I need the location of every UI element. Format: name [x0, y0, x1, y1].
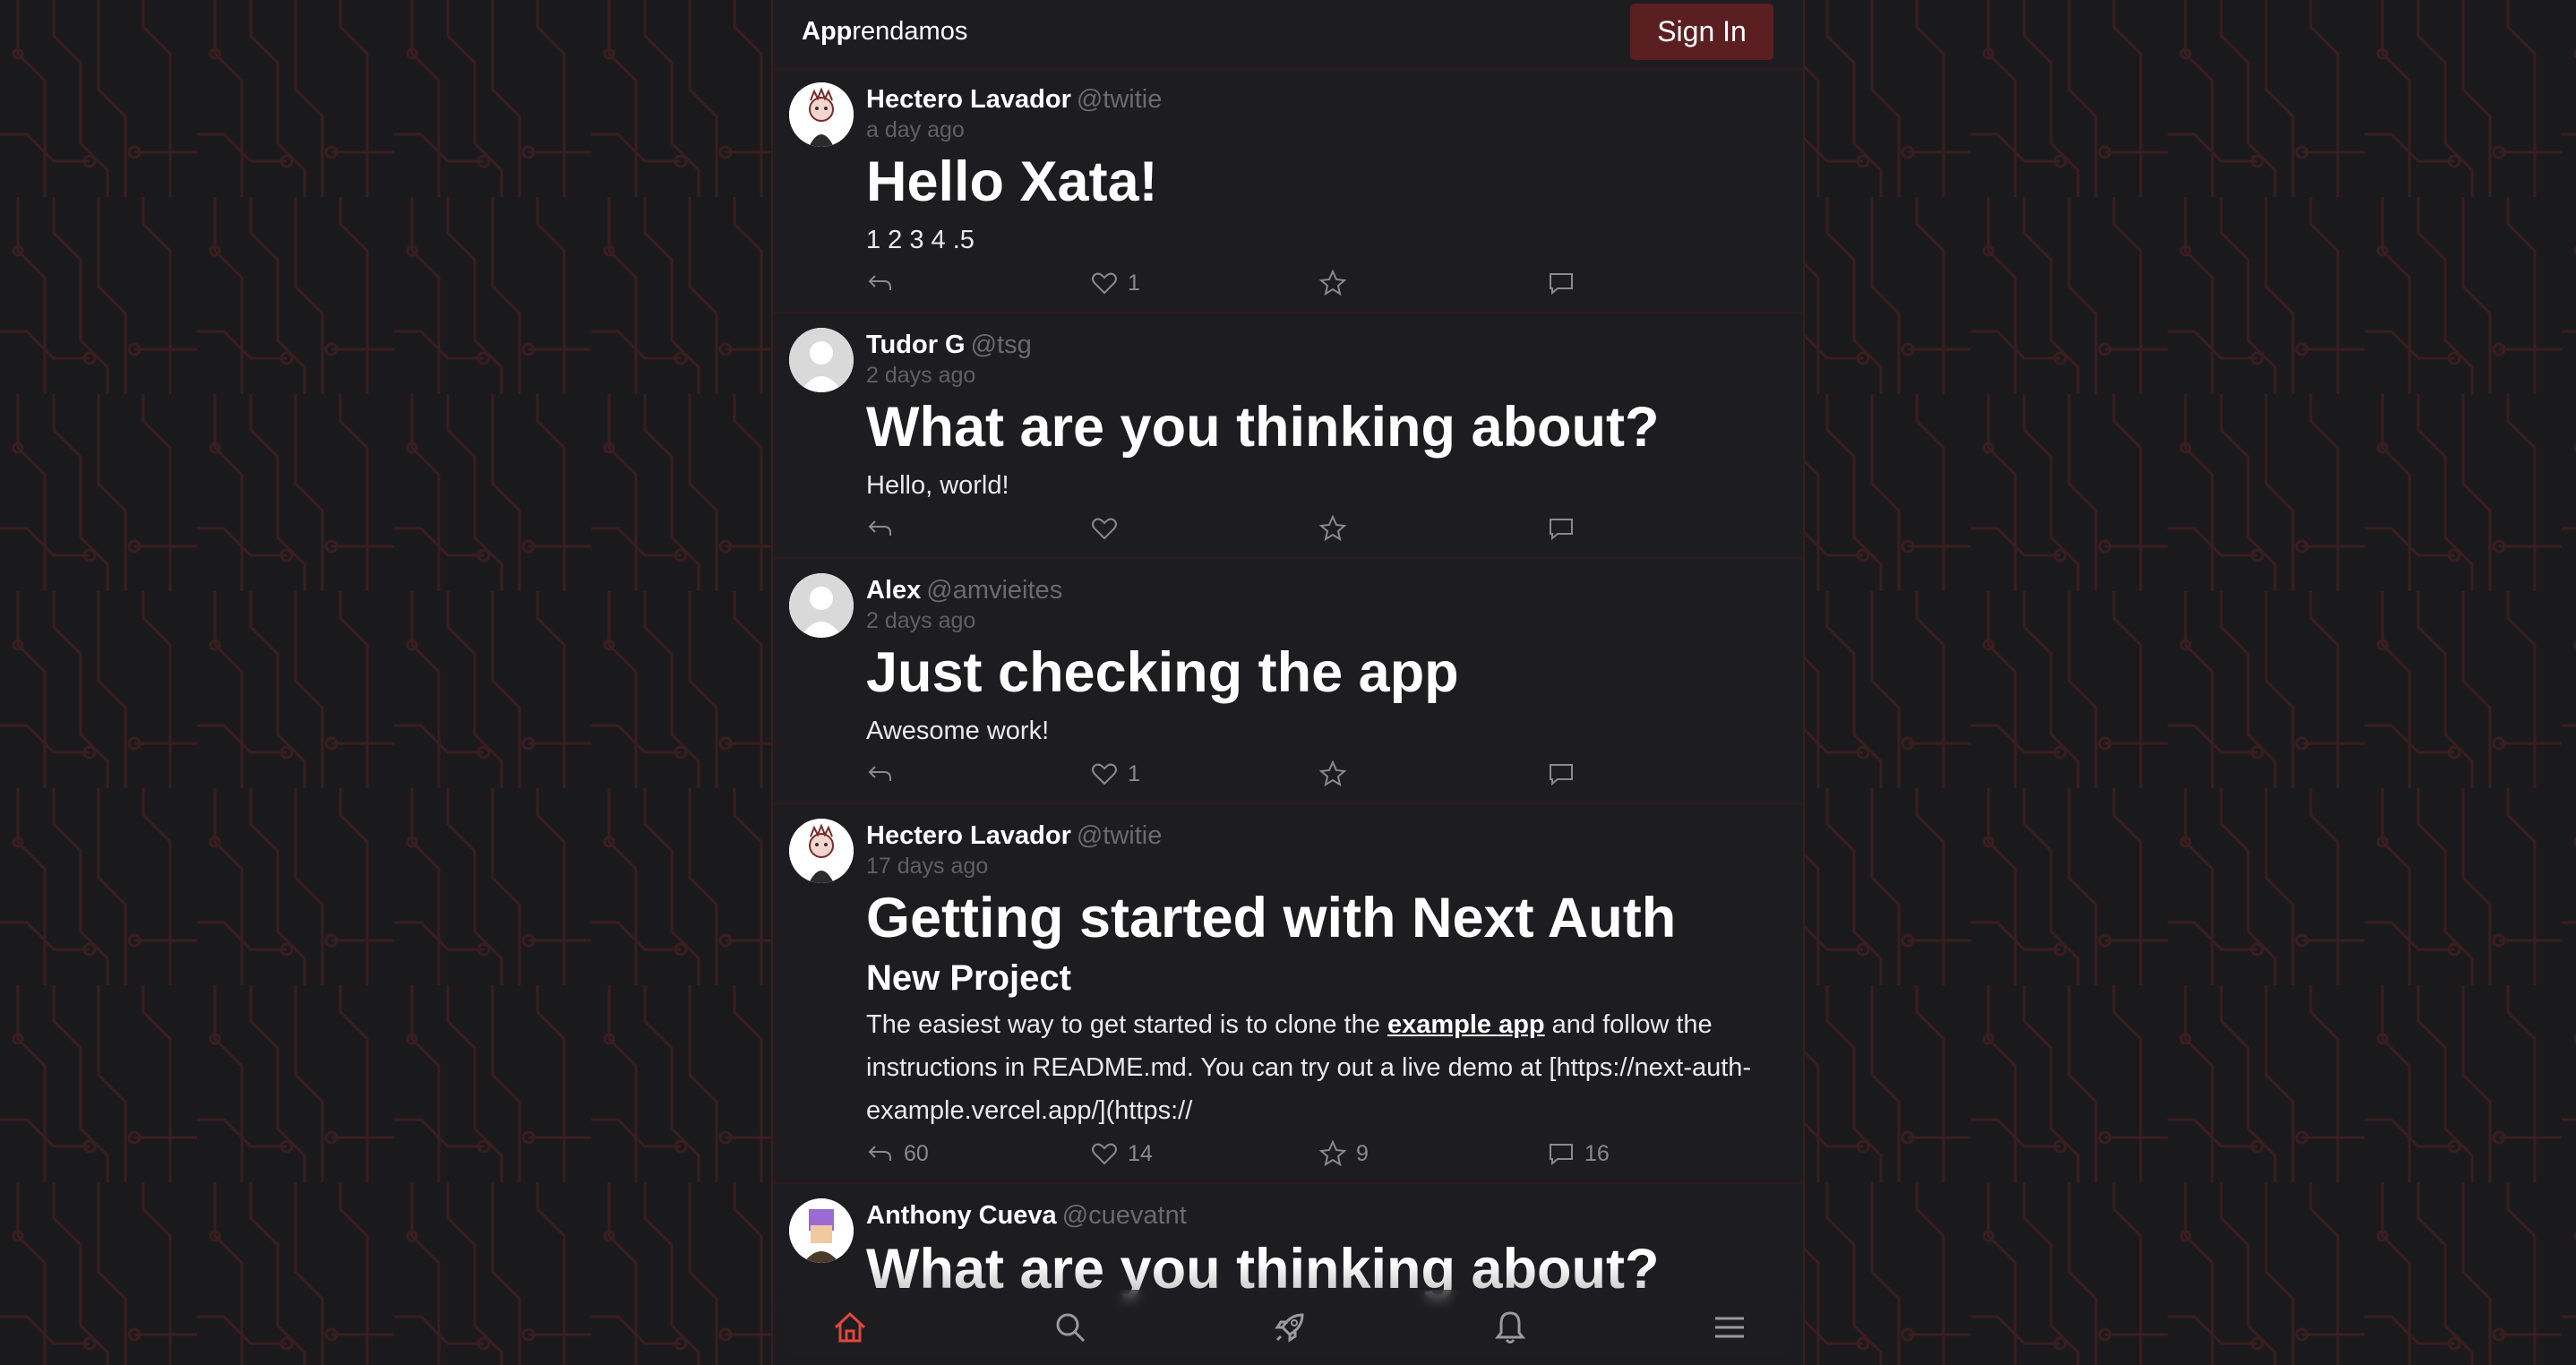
- comment-button[interactable]: [1547, 756, 1584, 792]
- post-card[interactable]: Hectero Lavador @twitie 17 days ago Getti…: [773, 804, 1803, 1184]
- comment-icon: [1550, 519, 1573, 541]
- star-button[interactable]: 9: [1318, 1136, 1369, 1172]
- comment-count: 16: [1584, 1140, 1610, 1166]
- post-body: Hello, world!: [866, 471, 1009, 500]
- star-icon: [1318, 760, 1347, 787]
- post-title: Just checking the app: [866, 641, 1459, 704]
- post-actions: 1: [866, 756, 1785, 792]
- post-time: a day ago: [866, 117, 965, 142]
- post-title: What are you thinking about?: [866, 396, 1660, 459]
- top-bar: Apprendamos Sign In: [773, 0, 1803, 70]
- post-time: 2 days ago: [866, 608, 976, 633]
- like-count: 14: [1128, 1140, 1153, 1166]
- post-title: Getting started with Next Auth: [866, 887, 1677, 949]
- star-button[interactable]: [1318, 511, 1356, 546]
- author-name[interactable]: Hectero Lavador: [866, 821, 1071, 850]
- post-actions: [866, 511, 1785, 546]
- rocket-icon[interactable]: [1270, 1308, 1309, 1347]
- like-button[interactable]: 1: [1090, 265, 1140, 301]
- reply-button[interactable]: [866, 265, 904, 301]
- bottom-nav: [773, 1290, 1803, 1365]
- like-count: 1: [1128, 270, 1140, 296]
- post-time: 2 days ago: [866, 363, 976, 388]
- post-title: Hello Xata!: [866, 150, 1158, 213]
- reply-button[interactable]: [866, 511, 904, 546]
- like-count: 1: [1128, 760, 1140, 786]
- star-icon: [1318, 1139, 1347, 1167]
- comment-button[interactable]: [1547, 265, 1584, 301]
- comment-icon: [1550, 764, 1573, 786]
- avatar[interactable]: [789, 82, 854, 147]
- reply-count: 60: [904, 1140, 929, 1166]
- avatar[interactable]: [789, 819, 854, 883]
- reply-icon: [868, 520, 891, 536]
- sign-in-button[interactable]: Sign In: [1630, 4, 1773, 60]
- avatar[interactable]: [789, 328, 854, 392]
- star-button[interactable]: [1318, 265, 1356, 301]
- post-subtitle: New Project: [866, 958, 1071, 998]
- post-card[interactable]: Anthony Cueva @cuevatnt What are you thin…: [773, 1184, 1803, 1306]
- post-body: The easiest way to get started is to clo…: [866, 1010, 1752, 1125]
- search-icon[interactable]: [1051, 1308, 1090, 1347]
- post-body: 1 2 3 4 .5: [866, 226, 975, 254]
- post-body: Awesome work!: [866, 717, 1050, 745]
- reply-button[interactable]: [866, 756, 904, 792]
- comment-button[interactable]: [1547, 511, 1584, 546]
- post-card[interactable]: Tudor G @tsg 2 days ago What are you thin…: [773, 313, 1803, 559]
- like-button[interactable]: 1: [1090, 756, 1140, 792]
- post-card[interactable]: Hectero Lavador @twitie a day ago Hello X…: [773, 68, 1803, 313]
- post-card[interactable]: Alex @amvieites 2 days ago Just checking …: [773, 559, 1803, 804]
- author-name[interactable]: Alex: [866, 576, 921, 605]
- reply-icon: [868, 1146, 891, 1161]
- author-handle[interactable]: @tsg: [971, 331, 1032, 359]
- heart-icon: [1092, 1143, 1117, 1165]
- like-button[interactable]: 14: [1090, 1136, 1153, 1172]
- author-name[interactable]: Tudor G: [866, 331, 966, 359]
- bell-icon[interactable]: [1490, 1308, 1530, 1347]
- author-handle[interactable]: @cuevatnt: [1062, 1201, 1187, 1230]
- heart-icon: [1092, 272, 1117, 295]
- author-handle[interactable]: @twitie: [1077, 85, 1163, 114]
- comment-icon: [1550, 273, 1573, 296]
- star-button[interactable]: [1318, 756, 1356, 792]
- home-icon[interactable]: [830, 1308, 870, 1347]
- like-button[interactable]: [1090, 511, 1128, 546]
- author-handle[interactable]: @twitie: [1077, 821, 1163, 850]
- avatar[interactable]: [789, 573, 854, 638]
- post-time: 17 days ago: [866, 854, 989, 879]
- heart-icon: [1092, 518, 1117, 540]
- star-icon: [1318, 514, 1347, 542]
- star-icon: [1318, 269, 1347, 296]
- main-column: Apprendamos Sign In Hectero Lavador @twit…: [771, 0, 1805, 1365]
- avatar[interactable]: [789, 1198, 854, 1263]
- star-count: 9: [1356, 1140, 1369, 1166]
- post-actions: 60 14 9 16: [866, 1136, 1785, 1172]
- author-name[interactable]: Hectero Lavador: [866, 85, 1071, 114]
- author-handle[interactable]: @amvieites: [926, 576, 1062, 605]
- post-actions: 1: [866, 265, 1785, 301]
- post-feed: Hectero Lavador @twitie a day ago Hello X…: [773, 68, 1803, 1306]
- reply-icon: [868, 275, 891, 290]
- menu-icon[interactable]: [1710, 1308, 1749, 1347]
- comment-button[interactable]: 16: [1547, 1136, 1610, 1172]
- heart-icon: [1092, 763, 1117, 786]
- comment-icon: [1550, 1144, 1573, 1166]
- app-logo[interactable]: Apprendamos: [802, 17, 967, 47]
- author-name[interactable]: Anthony Cueva: [866, 1201, 1057, 1230]
- example-app-link[interactable]: example app: [1387, 1010, 1545, 1039]
- reply-button[interactable]: 60: [866, 1136, 929, 1172]
- reply-icon: [868, 766, 891, 781]
